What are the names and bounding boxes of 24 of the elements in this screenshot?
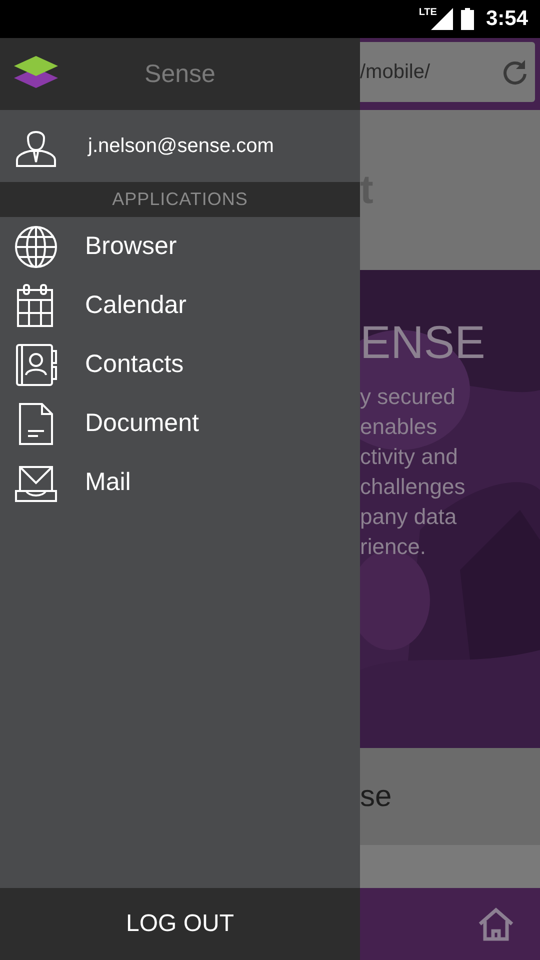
account-email: j.nelson@sense.com [88,134,274,158]
globe-icon [14,224,58,268]
hero-text: pany data [360,503,458,531]
refresh-icon[interactable] [501,58,529,86]
hero-text: y secured [360,383,456,411]
hero-text: ctivity and [360,443,459,471]
menu-item[interactable]: Calendar [0,276,360,335]
menu-item[interactable]: Contacts [0,335,360,394]
section-header: APPLICATIONS [0,182,360,217]
app-title: Sense [144,60,216,88]
battery-icon [460,8,474,30]
hero-title: ENSE [360,315,486,370]
hero-text: challenges [360,473,466,501]
network-type: LTE [418,7,437,18]
hero-text: enables [360,413,438,441]
menu-item[interactable]: Browser [0,217,360,276]
clock: 3:54 [486,7,528,31]
menu-item[interactable]: Document [0,394,360,453]
logout-button[interactable]: LOG OUT [0,888,360,960]
home-icon[interactable] [478,907,514,941]
card-title: se [360,780,392,814]
address-book-icon [14,342,58,386]
menu-item[interactable]: Mail [0,453,360,512]
hero-text: rience. [360,533,428,561]
